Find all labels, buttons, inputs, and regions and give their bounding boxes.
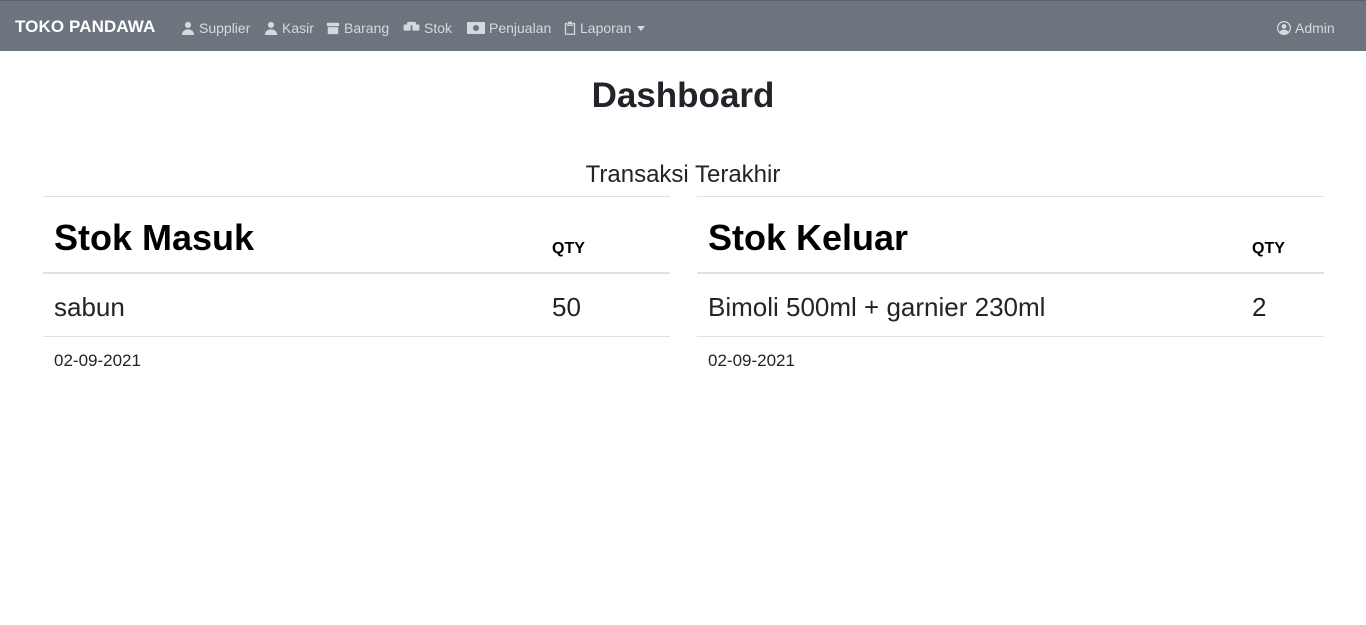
table-row: sabun 50 (43, 274, 670, 337)
user-icon (181, 21, 195, 35)
stok-keluar-table: Stok Keluar QTY Bimoli 500ml + garnier 2… (697, 196, 1324, 370)
navbar: TOKO PANDAWA Supplier Kasir Barang Stok … (0, 0, 1366, 51)
nav-item-supplier[interactable]: Supplier (181, 19, 250, 37)
nav-label-supplier: Supplier (199, 20, 251, 36)
user-circle-icon (1277, 21, 1291, 35)
page-title: Dashboard (591, 76, 775, 115)
stok-masuk-heading: Stok Masuk (54, 217, 255, 258)
user-icon (264, 21, 278, 35)
nav-label-stok: Stok (424, 20, 453, 36)
account-label: Admin (1295, 20, 1335, 36)
nav-item-barang[interactable]: Barang (326, 19, 389, 37)
nav-dropdown-laporan[interactable]: Laporan (564, 19, 646, 37)
transaction-date: 02-09-2021 (708, 351, 795, 370)
clipboard-icon (564, 21, 576, 35)
table-header: Stok Keluar QTY (697, 196, 1324, 274)
nav-label-barang: Barang (344, 20, 390, 36)
qty-column-header: QTY (1252, 240, 1285, 257)
table-header: Stok Masuk QTY (43, 196, 670, 274)
nav-item-kasir[interactable]: Kasir (264, 19, 314, 37)
table-row: Bimoli 500ml + garnier 230ml 2 (697, 274, 1324, 337)
nav-item-stok[interactable]: Stok (403, 19, 452, 37)
section-subtitle: Transaksi Terakhir (585, 161, 781, 188)
chevron-down-icon (637, 25, 646, 31)
money-icon (467, 22, 485, 34)
brand-link[interactable]: TOKO PANDAWA (15, 17, 155, 37)
stok-masuk-table: Stok Masuk QTY sabun 50 02-09-2021 (43, 196, 670, 370)
nav-label-laporan: Laporan (580, 20, 632, 36)
nav-label-penjualan: Penjualan (489, 20, 552, 36)
nav-item-penjualan[interactable]: Penjualan (467, 19, 551, 37)
account-menu[interactable]: Admin (1277, 19, 1335, 37)
qty-column-header: QTY (552, 240, 585, 257)
item-name-cell: Bimoli 500ml + garnier 230ml (708, 292, 1046, 322)
stok-keluar-heading: Stok Keluar (708, 217, 909, 258)
qty-cell: 50 (552, 292, 581, 322)
box-icon (326, 22, 340, 35)
item-name-cell: sabun (54, 292, 125, 322)
transaction-date: 02-09-2021 (54, 351, 141, 370)
nav-label-kasir: Kasir (282, 20, 314, 36)
qty-cell: 2 (1252, 292, 1267, 322)
boxes-icon (403, 21, 420, 31)
